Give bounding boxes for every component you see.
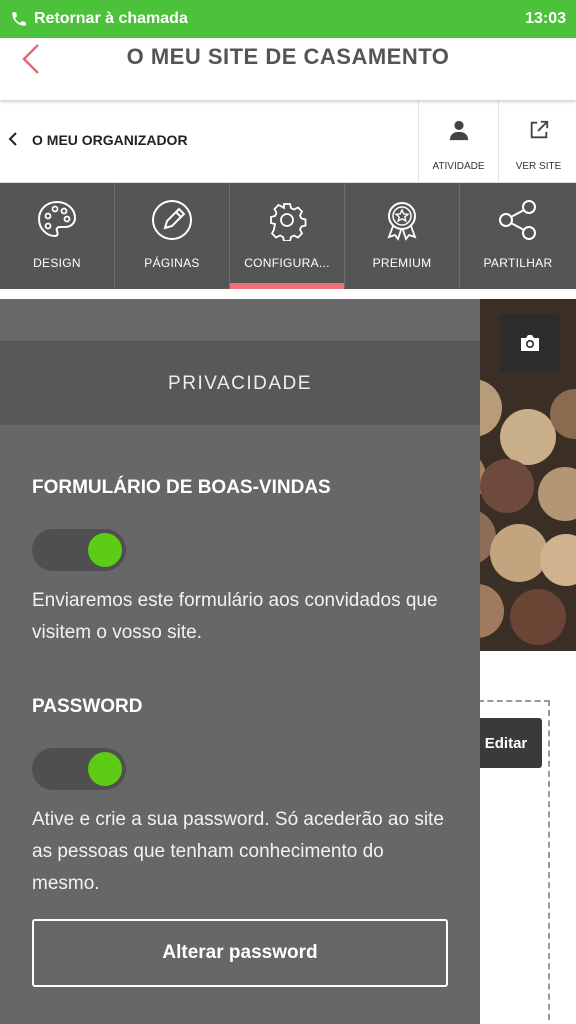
gear-icon <box>270 203 307 242</box>
external-link-icon <box>530 120 548 139</box>
panel-top-strip <box>0 299 480 343</box>
main-tabs: DESIGN PÁGINAS CONFIGURA... PREMIUM PART… <box>0 183 576 289</box>
page-title: O MEU SITE DE CASAMENTO <box>126 44 450 69</box>
tab-settings[interactable]: CONFIGURA... <box>230 183 345 289</box>
active-tab-indicator <box>230 283 344 289</box>
tab-settings-label: CONFIGURA... <box>244 256 330 270</box>
tab-design[interactable]: DESIGN <box>0 183 115 289</box>
tab-pages[interactable]: PÁGINAS <box>115 183 230 289</box>
toggle-knob <box>88 752 122 786</box>
tab-design-label: DESIGN <box>33 256 81 270</box>
organizer-bar: O MEU ORGANIZADOR ATIVIDADE VER SITE <box>0 101 576 183</box>
palette-icon <box>37 200 77 238</box>
password-toggle[interactable] <box>32 748 126 790</box>
call-label: Retornar à chamada <box>34 10 188 27</box>
app-header: O MEU SITE DE CASAMENTO <box>0 38 576 100</box>
phone-icon <box>12 12 26 26</box>
view-site-label: VER SITE <box>515 161 562 172</box>
tab-share[interactable]: PARTILHAR <box>460 183 576 289</box>
tab-premium[interactable]: PREMIUM <box>345 183 460 289</box>
activity-label: ATIVIDADE <box>432 161 485 172</box>
section-title: PRIVACIDADE <box>0 343 480 425</box>
toggle-knob <box>88 533 122 567</box>
privacy-settings-panel: PRIVACIDADE FORMULÁRIO DE BOAS-VINDAS En… <box>0 299 480 1024</box>
welcome-form-heading: FORMULÁRIO DE BOAS-VINDAS <box>32 477 331 498</box>
welcome-form-toggle[interactable] <box>32 529 126 571</box>
change-photo-button[interactable] <box>500 314 560 372</box>
tab-pages-label: PÁGINAS <box>144 256 200 270</box>
tab-premium-label: PREMIUM <box>372 256 432 270</box>
pencil-icon <box>152 200 192 240</box>
activity-button[interactable]: ATIVIDADE <box>418 101 498 183</box>
award-icon <box>387 202 417 241</box>
status-time: 13:03 <box>525 10 566 27</box>
tab-share-label: PARTILHAR <box>483 256 553 270</box>
password-heading: PASSWORD <box>32 696 143 717</box>
view-site-button[interactable]: VER SITE <box>498 101 576 183</box>
organizer-link[interactable]: O MEU ORGANIZADOR <box>32 132 188 148</box>
edit-button[interactable]: Editar <box>470 718 542 768</box>
return-to-call-bar[interactable]: Retornar à chamada 13:03 <box>0 0 576 38</box>
share-icon <box>499 200 536 240</box>
welcome-form-description: Enviaremos este formulário aos convidado… <box>32 590 438 643</box>
change-password-button[interactable]: Alterar password <box>32 919 448 987</box>
person-icon <box>449 120 468 141</box>
password-description: Ative e crie a sua password. Só acederão… <box>32 809 444 894</box>
camera-icon <box>521 335 539 351</box>
chevron-left-icon[interactable] <box>8 131 18 147</box>
